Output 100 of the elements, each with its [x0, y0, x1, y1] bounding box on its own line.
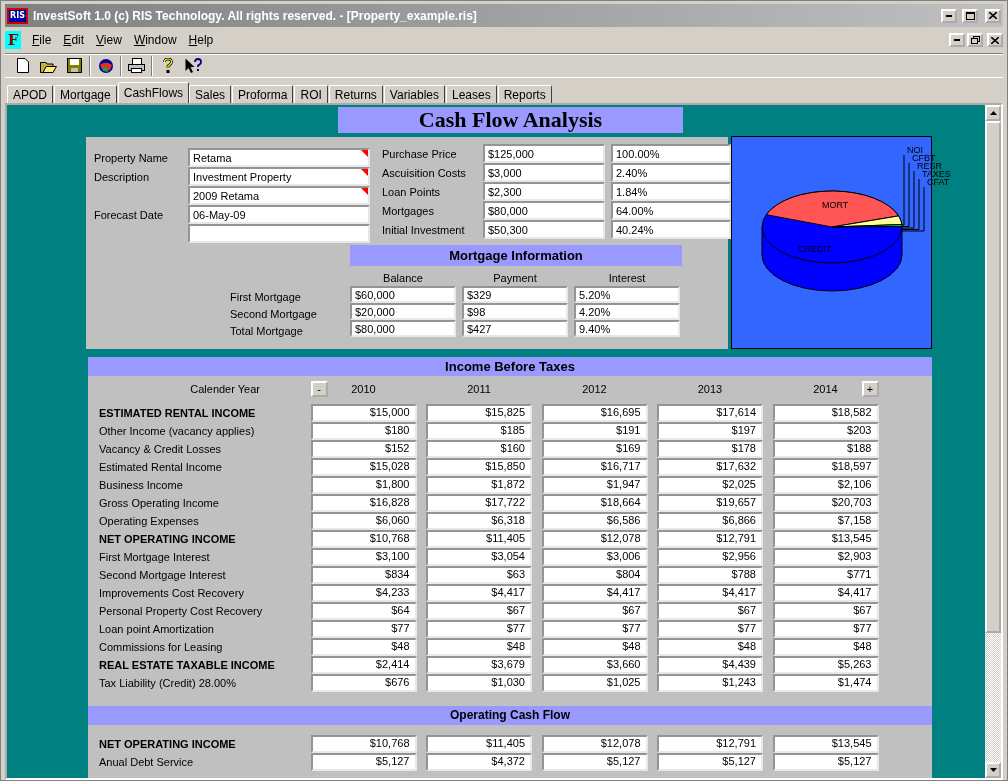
- value-cell: $10,768: [310, 735, 417, 753]
- amount-field[interactable]: $2,300: [483, 182, 605, 201]
- page-title: Cash Flow Analysis: [338, 107, 683, 133]
- close-button[interactable]: [985, 8, 1001, 23]
- row-label: Second Mortgage Interest: [98, 569, 227, 581]
- value-cell: $3,054: [426, 548, 532, 566]
- document-icon[interactable]: F: [5, 31, 21, 49]
- row-label: Estimated Rental Income: [98, 461, 223, 473]
- tab[interactable]: Variables: [383, 85, 445, 103]
- column-header: Balance: [382, 271, 424, 284]
- value-cell: $48: [426, 638, 532, 656]
- value-field[interactable]: $80,000: [350, 320, 456, 337]
- value-cell: $188: [772, 440, 879, 458]
- amount-field[interactable]: $50,300: [483, 220, 605, 239]
- value-field[interactable]: $329: [462, 286, 568, 303]
- scroll-thumb[interactable]: [985, 121, 1001, 633]
- app-icon: RIS: [7, 7, 28, 24]
- tab[interactable]: Leases: [446, 85, 497, 103]
- row-label: Personal Property Cost Recovery: [98, 605, 264, 617]
- input-field[interactable]: 2009 Retama: [188, 186, 370, 205]
- tab[interactable]: Returns: [328, 85, 383, 103]
- row-label: NET OPERATING INCOME: [98, 738, 237, 750]
- value-field[interactable]: $20,000: [350, 303, 456, 320]
- value-cell: $18,582: [772, 404, 879, 422]
- input-field[interactable]: 06-May-09: [188, 205, 370, 224]
- value-cell: $197: [657, 422, 763, 440]
- minimize-button[interactable]: [941, 8, 957, 23]
- percent-field[interactable]: 1.84%: [611, 182, 731, 201]
- value-cell: $2,106: [772, 476, 879, 494]
- value-cell: $16,695: [541, 404, 648, 422]
- previous-year-button[interactable]: -: [310, 381, 328, 397]
- input-field[interactable]: [188, 224, 370, 243]
- value-cell: $6,586: [541, 512, 648, 530]
- value-cell: $67: [426, 602, 532, 620]
- tab[interactable]: CashFlows: [117, 82, 190, 103]
- input-field[interactable]: Investment Property: [188, 167, 370, 186]
- row-label: Tax Liability (Credit) 28.00%: [98, 677, 237, 689]
- row-label: Operating Expenses: [98, 515, 200, 527]
- value-field[interactable]: $98: [462, 303, 568, 320]
- tab[interactable]: ROI: [294, 85, 328, 103]
- maximize-button[interactable]: [962, 8, 978, 23]
- value-cell: $3,679: [426, 656, 532, 674]
- scroll-down-button[interactable]: [985, 762, 1001, 778]
- percent-field[interactable]: 100.00%: [611, 144, 731, 163]
- next-year-button[interactable]: +: [861, 381, 879, 397]
- row-label: Commissions for Leasing: [98, 641, 224, 653]
- field-label: Initial Investment: [382, 223, 466, 236]
- percent-field[interactable]: 64.00%: [611, 201, 731, 220]
- menu-item[interactable]: Help: [183, 33, 219, 47]
- row-label: Improvements Cost Recovery: [98, 587, 245, 599]
- restore-button[interactable]: [967, 33, 983, 47]
- value-field[interactable]: 9.40%: [574, 320, 680, 337]
- value-cell: $4,417: [772, 584, 879, 602]
- value-cell: $77: [541, 620, 648, 638]
- value-cell: $4,439: [657, 656, 763, 674]
- menu-item[interactable]: Edit: [58, 33, 90, 47]
- column-header: Interest: [607, 271, 647, 284]
- value-cell: $6,866: [657, 512, 763, 530]
- value-field[interactable]: $60,000: [350, 286, 456, 303]
- row-label: First Mortgage Interest: [98, 551, 211, 563]
- value-cell: $17,722: [426, 494, 532, 512]
- field-label: Loan Points: [382, 185, 442, 198]
- amount-field[interactable]: $3,000: [483, 163, 605, 182]
- tab[interactable]: Reports: [497, 85, 552, 103]
- value-field[interactable]: 5.20%: [574, 286, 680, 303]
- value-field[interactable]: 4.20%: [574, 303, 680, 320]
- menu-item[interactable]: View: [91, 33, 127, 47]
- tab[interactable]: Sales: [189, 85, 232, 103]
- tab[interactable]: Proforma: [232, 85, 294, 103]
- value-cell: $1,025: [541, 674, 648, 692]
- close-button[interactable]: [987, 33, 1003, 47]
- year-header: 2014: [812, 383, 839, 395]
- menu-item[interactable]: File: [27, 33, 57, 47]
- value-cell: $169: [541, 440, 648, 458]
- value-field[interactable]: $427: [462, 320, 568, 337]
- amount-field[interactable]: $125,000: [483, 144, 605, 163]
- value-cell: $788: [657, 566, 763, 584]
- value-cell: $48: [657, 638, 763, 656]
- scrollbar[interactable]: [985, 105, 1001, 778]
- minimize-icon: [946, 14, 952, 17]
- row-label: NET OPERATING INCOME: [98, 533, 237, 545]
- input-field[interactable]: Retama: [188, 148, 370, 167]
- minimize-button[interactable]: [949, 33, 965, 47]
- section-header: Operating Cash Flow: [88, 706, 932, 725]
- value-cell: $77: [772, 620, 879, 638]
- value-cell: $17,632: [657, 458, 763, 476]
- scroll-up-button[interactable]: [985, 105, 1001, 121]
- up-arrow-icon: [989, 111, 997, 115]
- value-cell: $185: [426, 422, 532, 440]
- value-cell: $804: [541, 566, 648, 584]
- percent-field[interactable]: 2.40%: [611, 163, 731, 182]
- value-cell: $16,828: [310, 494, 417, 512]
- value-cell: $12,078: [541, 735, 648, 753]
- row-label: REAL ESTATE TAXABLE INCOME: [98, 659, 276, 671]
- tab[interactable]: Mortgage: [54, 85, 117, 103]
- tab[interactable]: APOD: [7, 85, 53, 103]
- percent-field[interactable]: 40.24%: [611, 220, 731, 239]
- menu-item[interactable]: Window: [128, 33, 182, 47]
- value-cell: $19,657: [657, 494, 763, 512]
- amount-field[interactable]: $80,000: [483, 201, 605, 220]
